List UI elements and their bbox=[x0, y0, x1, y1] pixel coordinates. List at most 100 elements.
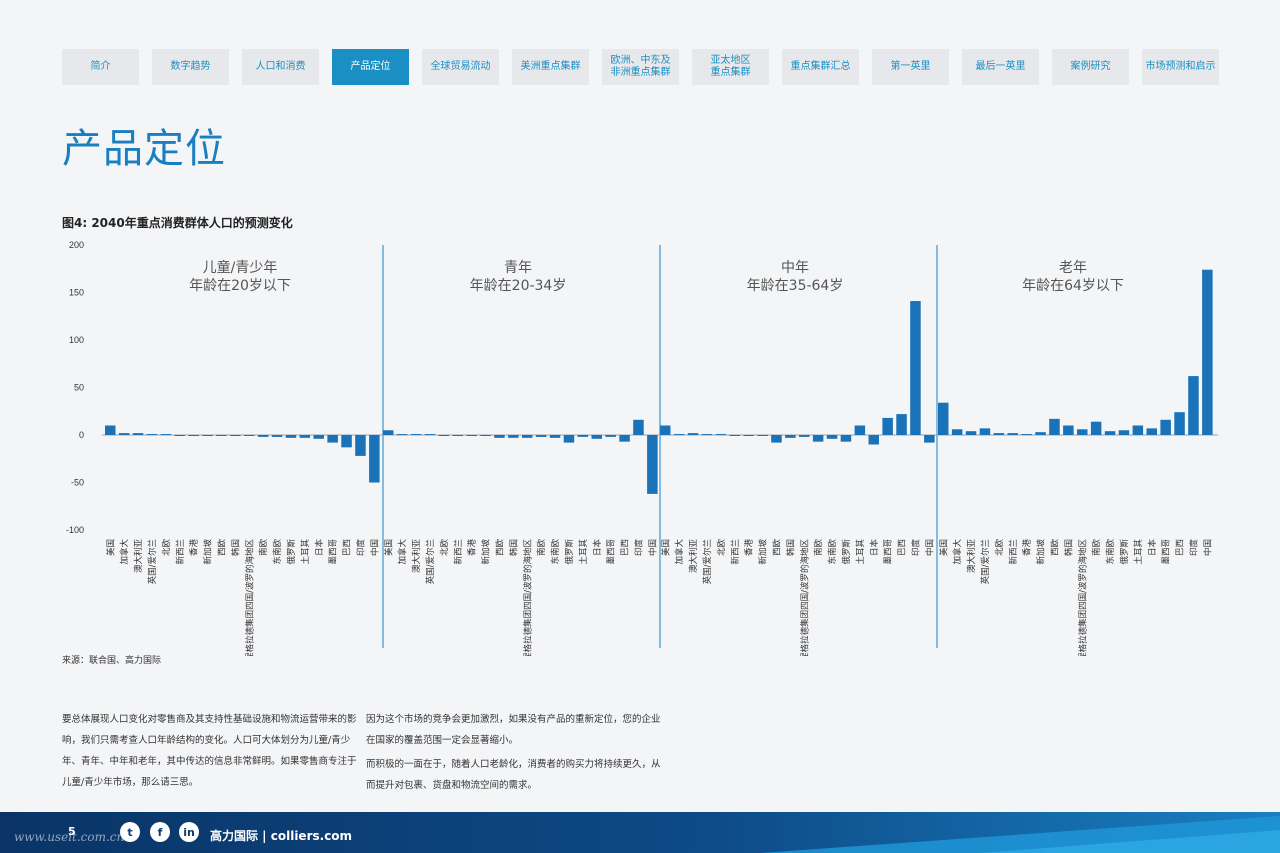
tab-2[interactable]: 人口和消费 bbox=[242, 49, 319, 85]
category-label: 新加坡 bbox=[1036, 539, 1047, 565]
tab-11[interactable]: 案例研究 bbox=[1052, 49, 1129, 85]
twitter-icon[interactable]: t bbox=[120, 822, 140, 842]
bar bbox=[508, 435, 519, 438]
population-change-chart: 200150100500-50-100儿童/青少年年龄在20岁以下美国 加拿大 澳大… bbox=[66, 240, 1218, 656]
category-label: 北欧 bbox=[716, 539, 727, 557]
bar bbox=[216, 435, 227, 436]
category-label: 澳大利亚 bbox=[966, 539, 977, 574]
tab-3[interactable]: 产品定位 bbox=[332, 49, 409, 85]
tab-4[interactable]: 全球贸易流动 bbox=[422, 49, 499, 85]
bar bbox=[285, 435, 297, 438]
category-label: 韩国 bbox=[1063, 539, 1074, 556]
bar bbox=[1077, 429, 1088, 435]
page-title: 产品定位 bbox=[62, 126, 226, 172]
category-label: 韩国 bbox=[785, 539, 796, 556]
category-label: 日本 bbox=[869, 539, 880, 557]
bar bbox=[313, 435, 324, 439]
bar bbox=[549, 435, 561, 438]
tab-10[interactable]: 最后一英里 bbox=[962, 49, 1039, 85]
bar bbox=[299, 435, 311, 438]
category-label: 北欧 bbox=[994, 539, 1005, 557]
category-label: 中国 bbox=[924, 539, 935, 556]
category-label: 德涅格拉德集团四国/波罗的海地区 bbox=[799, 539, 810, 656]
bar bbox=[673, 434, 685, 436]
bar bbox=[257, 435, 269, 437]
category-label: 土耳其 bbox=[1133, 539, 1144, 565]
category-label: 韩国 bbox=[508, 539, 519, 556]
brand-link[interactable]: 高力国际 | colliers.com bbox=[210, 827, 352, 844]
category-label: 新加坡 bbox=[481, 539, 492, 565]
category-label: 新西兰 bbox=[175, 539, 186, 565]
section-nav: 简介 数字趋势 人口和消费 产品定位 全球贸易流动 美洲重点集群 欧洲、中东及 非洲重点集群… bbox=[62, 49, 1220, 85]
category-label: 英国/爱尔兰 bbox=[702, 539, 713, 584]
category-label: 南欧 bbox=[258, 539, 269, 557]
bar bbox=[410, 434, 422, 436]
bar bbox=[383, 430, 394, 435]
y-tick-label: 100 bbox=[69, 335, 84, 345]
bar bbox=[327, 435, 338, 443]
category-label: 中国 bbox=[369, 539, 380, 556]
bar bbox=[535, 435, 547, 437]
bar bbox=[230, 435, 241, 436]
tab-1[interactable]: 数字趋势 bbox=[152, 49, 229, 85]
category-label: 北欧 bbox=[161, 539, 172, 557]
bar bbox=[591, 435, 602, 439]
bar bbox=[1035, 432, 1046, 435]
category-label: 加拿大 bbox=[952, 539, 963, 565]
bar bbox=[1174, 412, 1185, 435]
facebook-icon[interactable]: f bbox=[150, 822, 170, 842]
category-label: 南欧 bbox=[536, 539, 547, 557]
category-label: 北欧 bbox=[439, 539, 450, 557]
bar bbox=[522, 435, 533, 438]
category-label: 加拿大 bbox=[119, 539, 130, 565]
bar bbox=[1160, 419, 1171, 435]
category-label: 东南欧 bbox=[550, 539, 561, 565]
page-number: 5 bbox=[68, 825, 76, 838]
category-label: 美国 bbox=[660, 539, 671, 556]
tab-0[interactable]: 简介 bbox=[62, 49, 139, 85]
category-label: 巴西 bbox=[1176, 539, 1186, 556]
category-label: 巴西 bbox=[898, 539, 908, 556]
tab-6[interactable]: 欧洲、中东及 非洲重点集群 bbox=[602, 49, 679, 85]
category-label: 英国/爱尔兰 bbox=[147, 539, 158, 584]
category-label: 美国 bbox=[105, 539, 116, 556]
tab-12[interactable]: 市场预测和启示 bbox=[1142, 49, 1219, 85]
category-label: 墨西哥 bbox=[1162, 539, 1172, 565]
category-label: 西欧 bbox=[771, 539, 782, 557]
bar bbox=[1202, 269, 1213, 435]
category-label: 美国 bbox=[938, 539, 949, 556]
bar bbox=[715, 434, 727, 436]
category-label: 澳大利亚 bbox=[688, 539, 699, 574]
bar bbox=[1007, 433, 1018, 435]
tab-9[interactable]: 第一英里 bbox=[872, 49, 949, 85]
bar bbox=[1063, 425, 1074, 435]
category-label: 香港 bbox=[744, 539, 755, 557]
tab-5[interactable]: 美洲重点集群 bbox=[512, 49, 589, 85]
category-label: 英国/爱尔兰 bbox=[980, 539, 991, 584]
category-label: 加拿大 bbox=[674, 539, 685, 565]
bar bbox=[938, 402, 949, 435]
bar bbox=[687, 433, 699, 435]
group-title: 中年 bbox=[781, 260, 809, 276]
body-paragraph-right-1: 因为这个市场的竞争会更加激烈，如果没有产品的重新定位，您的企业在国家的覆盖范围一… bbox=[366, 714, 661, 746]
bar bbox=[1049, 418, 1060, 435]
bar bbox=[812, 435, 824, 442]
linkedin-icon[interactable]: in bbox=[179, 822, 199, 842]
category-label: 东南欧 bbox=[272, 539, 283, 565]
tab-8[interactable]: 重点集群汇总 bbox=[782, 49, 859, 85]
group-subtitle: 年龄在35-64岁 bbox=[747, 278, 844, 294]
y-tick-label: 0 bbox=[79, 430, 84, 440]
bar bbox=[160, 434, 172, 436]
category-label: 德涅格拉德集团四国/波罗的海地区 bbox=[244, 539, 255, 656]
category-label: 加拿大 bbox=[397, 539, 408, 565]
bar bbox=[480, 435, 491, 436]
category-label: 西欧 bbox=[1049, 539, 1060, 557]
category-label: 巴西 bbox=[343, 539, 353, 556]
category-label: 中国 bbox=[647, 539, 658, 556]
bar bbox=[993, 433, 1005, 435]
category-label: 英国/爱尔兰 bbox=[425, 539, 436, 584]
category-label: 土耳其 bbox=[578, 539, 589, 565]
tab-7[interactable]: 亚太地区 重点集群 bbox=[692, 49, 769, 85]
category-label: 日本 bbox=[592, 539, 603, 557]
group-subtitle: 年龄在20-34岁 bbox=[470, 278, 567, 294]
